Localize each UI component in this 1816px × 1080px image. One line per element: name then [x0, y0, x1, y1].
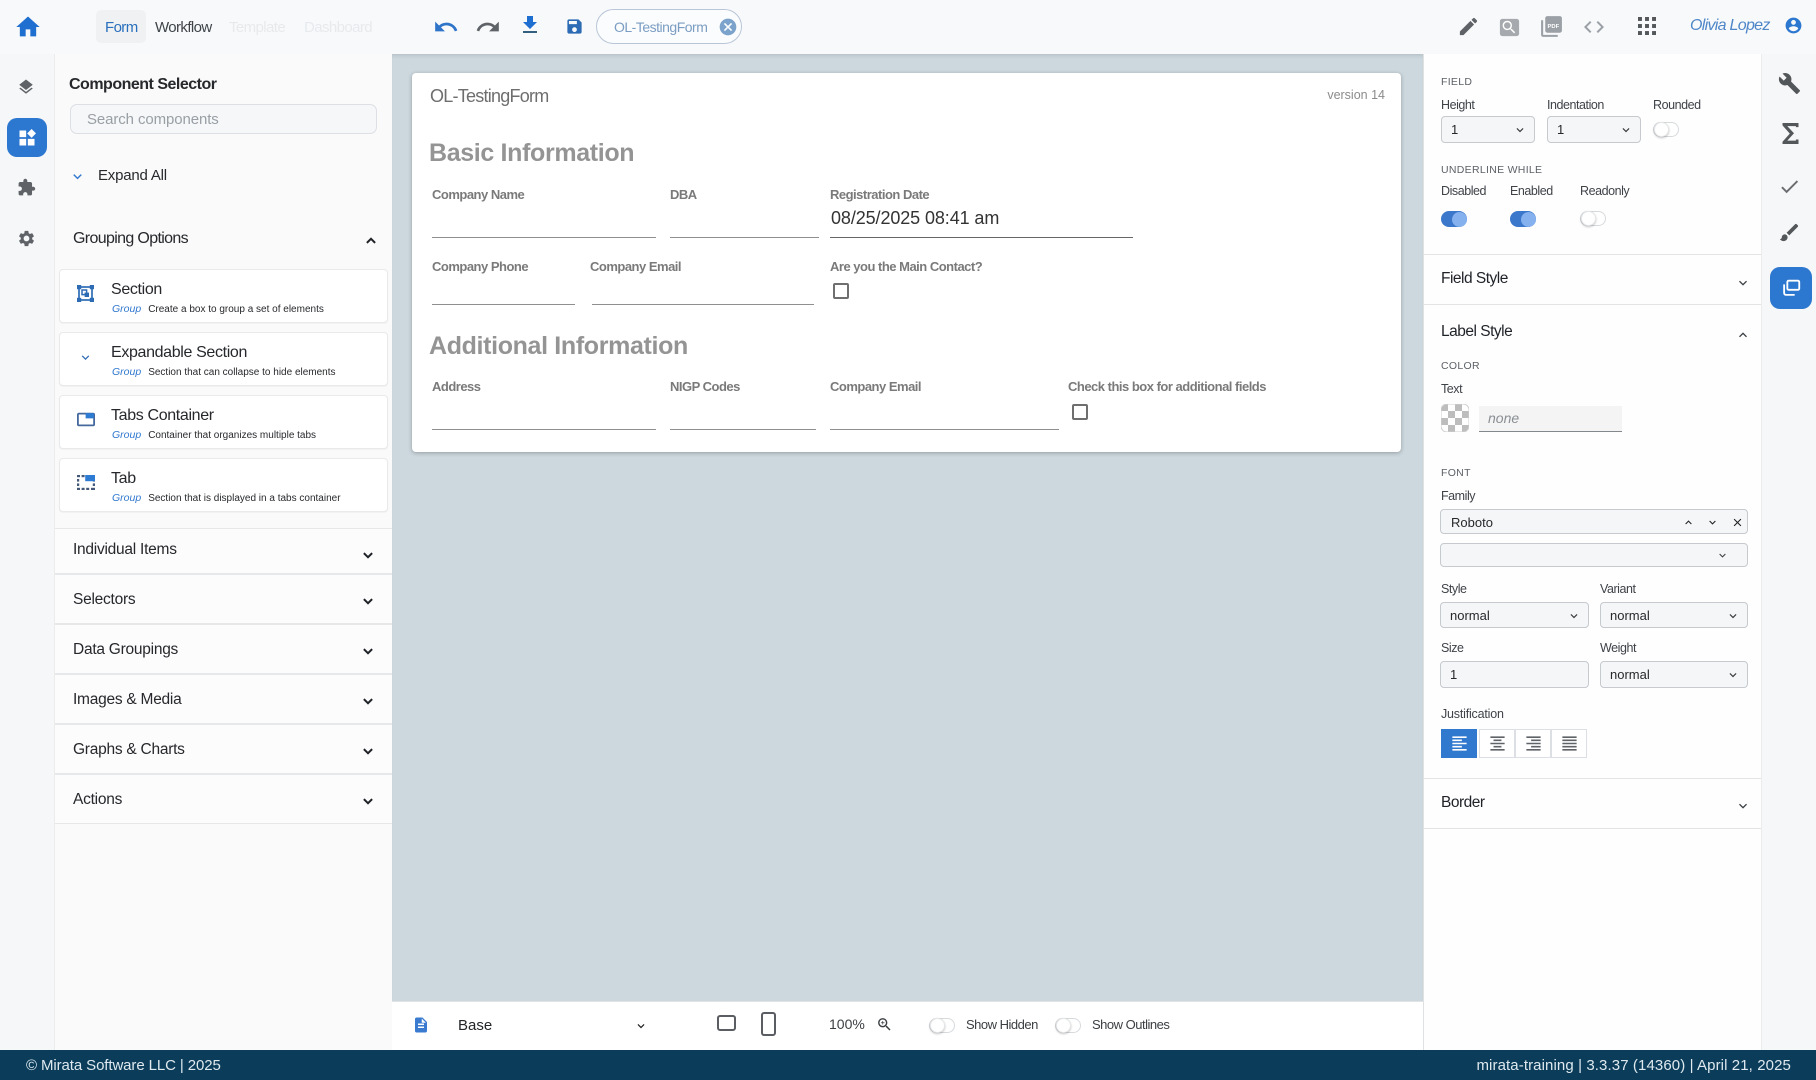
svg-text:PDF: PDF — [1548, 24, 1560, 30]
